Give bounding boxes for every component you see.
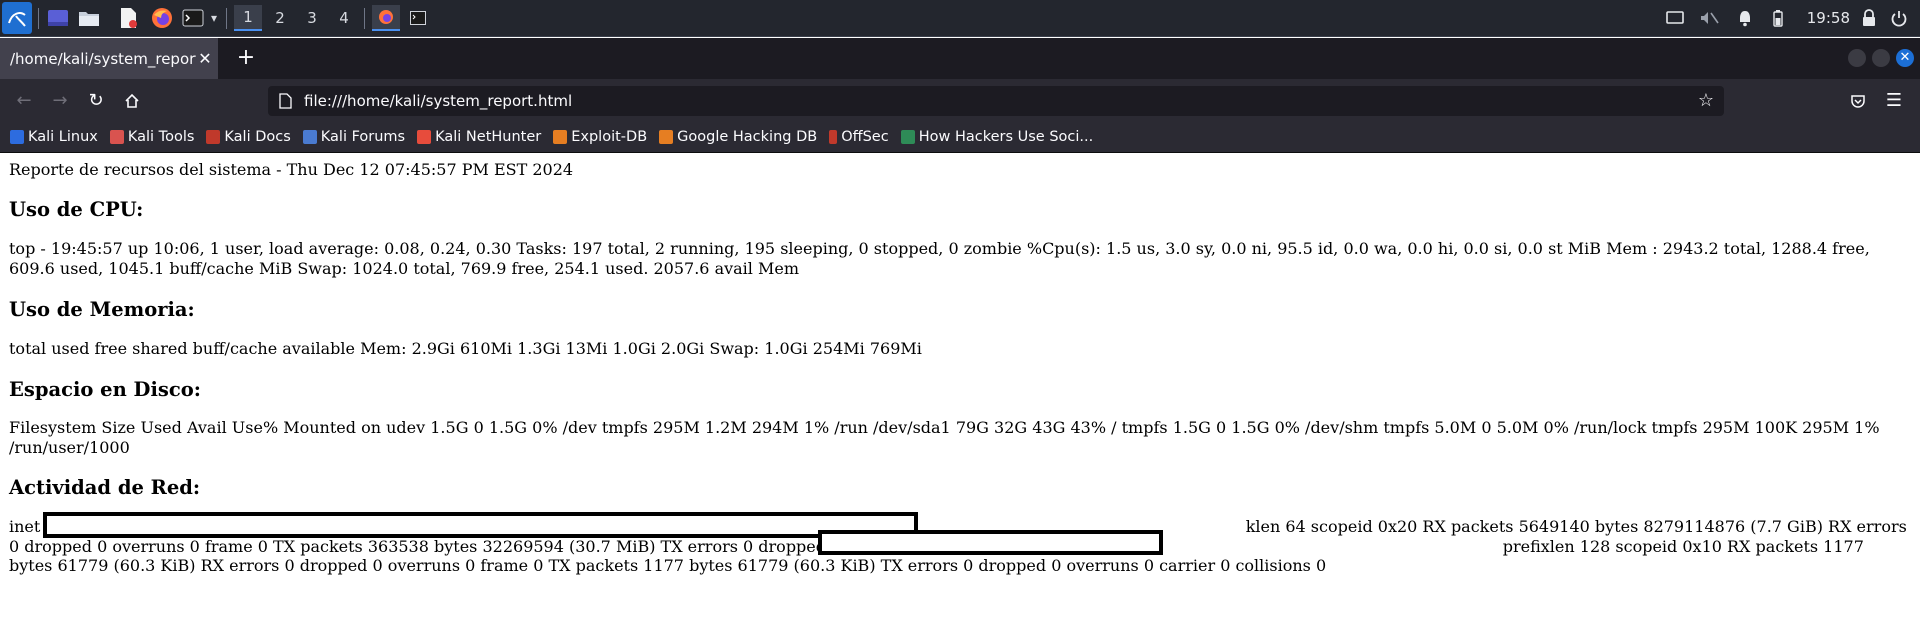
battery-icon [1766,5,1790,31]
cpu-usage-text: top - 19:45:57 up 10:06, 1 user, load av… [9,239,1870,278]
tab-bar: /home/kali/system_report.html ✕ + ✕ [0,38,1920,79]
cpu-section-title: Uso de CPU: [9,198,144,221]
kali-nethunter-icon [417,130,432,144]
article-site-icon [900,130,915,144]
bookmark-label: Kali Forums [320,129,406,145]
notifications-bell-icon[interactable] [1733,5,1757,31]
firefox-icon[interactable] [150,5,174,31]
bookmark-kali-nethunter[interactable]: Kali NetHunter [417,129,541,145]
clock[interactable]: 19:58 [1807,5,1850,31]
display-icon[interactable] [1663,5,1687,31]
home-icon[interactable] [118,87,146,115]
new-tab-button[interactable]: + [233,46,259,72]
bookmark-star-icon[interactable]: ☆ [1698,90,1714,111]
url-text[interactable]: file:///home/kali/system_report.html [304,92,572,110]
bookmark-kali-docs[interactable]: Kali Docs [206,129,291,145]
memory-section-title: Uso de Memoria: [9,298,195,321]
forward-arrow-icon[interactable]: → [46,87,74,115]
maximize-button[interactable] [1872,49,1890,67]
tab-system-report[interactable]: /home/kali/system_report.html ✕ [0,38,218,79]
bookmark-label: Kali Linux [28,129,98,145]
kali-docs-icon [206,130,221,144]
desktop-icon[interactable] [46,5,70,31]
bookmark-kali-linux[interactable]: Kali Linux [10,129,98,145]
disk-usage-text: Filesystem Size Used Avail Use% Mounted … [9,418,1880,457]
bookmark-label: OffSec [841,129,889,145]
text-editor-icon[interactable] [116,5,140,31]
bookmark-kali-forums[interactable]: Kali Forums [302,129,406,145]
bookmark-offsec[interactable]: OffSec [829,129,889,145]
panel-separator [364,8,365,29]
bookmark-label: Kali Docs [224,129,291,145]
terminal-icon[interactable] [181,5,205,31]
workspace-1[interactable]: 1 [234,5,262,31]
panel-separator [226,8,227,29]
address-bar[interactable]: file:///home/kali/system_report.html ☆ [268,86,1724,116]
memory-usage-text: total used free shared buff/cache availa… [9,339,922,358]
minimize-button[interactable] [1848,49,1866,67]
workspace-4[interactable]: 4 [330,5,358,31]
bookmark-label: How Hackers Use Soci... [918,129,1094,145]
workspace-3[interactable]: 3 [298,5,326,31]
workspace-2[interactable]: 2 [266,5,294,31]
bookmark-how-hackers-use-social[interactable]: How Hackers Use Soci... [900,129,1094,145]
back-arrow-icon[interactable]: ← [10,87,38,115]
reload-icon[interactable]: ↻ [82,87,110,115]
kali-linux-icon [10,130,24,144]
volume-muted-icon[interactable] [1697,5,1721,31]
panel-separator [38,8,39,29]
top-panel: ▾ 1 2 3 4 19:58 [0,0,1920,37]
taskbar-terminal-window[interactable] [406,5,430,31]
page-content: Reporte de recursos del sistema - Thu De… [0,153,1920,623]
power-icon[interactable] [1887,5,1911,31]
offsec-icon [829,130,838,144]
close-tab-icon[interactable]: ✕ [196,49,214,68]
taskbar-firefox-window[interactable] [372,5,400,31]
tab-title: /home/kali/system_report.html [10,49,196,68]
redaction-box [818,530,1163,555]
menu-hamburger-icon[interactable]: ☰ [1880,87,1908,115]
bookmark-label: Kali Tools [127,129,195,145]
disk-section-title: Espacio en Disco: [9,378,201,401]
bookmark-kali-tools[interactable]: Kali Tools [109,129,195,145]
close-window-button[interactable]: ✕ [1896,49,1914,67]
lock-icon[interactable] [1857,5,1881,31]
navigation-toolbar: ← → ↻ file:///home/kali/system_report.ht… [0,79,1920,122]
chevron-down-icon[interactable]: ▾ [206,5,222,31]
kali-tools-icon [109,130,124,144]
kali-forums-icon [302,130,317,144]
bookmark-label: Google Hacking DB [677,129,818,145]
google-hacking-db-icon [659,130,674,144]
kali-menu-icon[interactable] [2,2,32,34]
file-manager-icon[interactable] [77,5,101,31]
redaction-box [43,512,918,538]
bookmark-exploit-db[interactable]: Exploit-DB [553,129,647,145]
bookmark-google-hacking-db[interactable]: Google Hacking DB [659,129,817,145]
report-header: Reporte de recursos del sistema - Thu De… [9,160,574,179]
network-section-title: Actividad de Red: [9,476,201,499]
bookmarks-toolbar: Kali Linux Kali Tools Kali Docs Kali For… [0,122,1920,153]
exploit-db-icon [553,130,568,144]
pocket-icon[interactable] [1844,87,1872,115]
page-file-icon [279,93,292,109]
bookmark-label: Kali NetHunter [435,129,542,145]
bookmark-label: Exploit-DB [571,129,648,145]
